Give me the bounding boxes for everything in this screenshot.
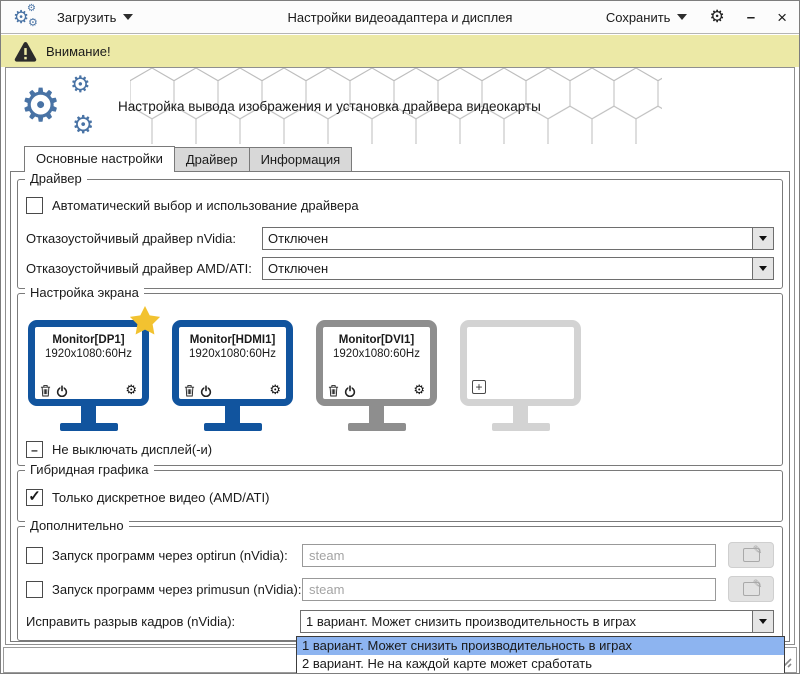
warning-banner: Внимание! — [1, 35, 799, 67]
edit-pencil-icon: ✎ — [742, 544, 763, 562]
primusun-checkbox[interactable] — [26, 580, 43, 598]
save-menu-label: Сохранить — [605, 9, 671, 25]
nvidia-failsafe-combobox[interactable]: Отключен — [262, 227, 774, 250]
primusun-input[interactable] — [302, 577, 716, 601]
trash-icon[interactable] — [40, 384, 51, 397]
app-gears-icon: ⚙ ⚙ ⚙ — [13, 4, 41, 30]
warning-triangle-icon — [14, 41, 37, 62]
monitor-card-empty-slot[interactable]: + — [460, 320, 581, 431]
auto-driver-checkbox[interactable] — [26, 197, 43, 214]
chevron-down-icon — [123, 14, 134, 20]
monitor-settings-gear-icon[interactable]: ⚙ — [413, 384, 425, 397]
trash-icon[interactable] — [184, 384, 195, 397]
nvidia-failsafe-label: Отказоустойчивый драйвер nVidia: — [26, 231, 236, 246]
monitor-mode: 1920x1080:60Hz — [189, 348, 276, 360]
optirun-edit-button[interactable]: ✎ — [728, 542, 774, 568]
tab-driver[interactable]: Драйвер — [173, 147, 250, 172]
tearing-fix-value: 1 вариант. Может снизить производительно… — [306, 614, 637, 629]
monitor-settings-gear-icon[interactable]: ⚙ — [269, 384, 281, 397]
tab-strip: Основные настройки Драйвер Информация — [24, 145, 353, 172]
add-monitor-icon[interactable]: + — [472, 380, 486, 394]
primary-star-icon — [129, 306, 161, 335]
tab-main-settings[interactable]: Основные настройки — [24, 146, 175, 172]
group-extra-title: Дополнительно — [25, 518, 129, 533]
nvidia-failsafe-value: Отключен — [268, 231, 329, 246]
group-hybrid-graphics: Гибридная графика ✓ Только дискретное ви… — [17, 462, 783, 522]
window-title: Настройки видеоадаптера и дисплея — [287, 9, 513, 25]
minimize-button[interactable]: – — [747, 10, 755, 25]
settings-gear-button[interactable]: ⚙ — [709, 8, 724, 26]
chevron-down-icon — [759, 236, 767, 241]
monitor-name: Monitor[HDMI1] — [189, 334, 276, 346]
monitor-mode: 1920x1080:60Hz — [333, 348, 420, 360]
discrete-only-checkbox[interactable]: ✓ — [26, 489, 43, 506]
trash-icon[interactable] — [328, 384, 339, 397]
dropdown-option-1[interactable]: 1 вариант. Может снизить производительно… — [297, 637, 784, 655]
amd-failsafe-label: Отказоустойчивый драйвер AMD/ATI: — [26, 261, 252, 276]
monitor-mode: 1920x1080:60Hz — [45, 348, 132, 360]
tearing-fix-dropdown-list: 1 вариант. Может снизить производительно… — [296, 636, 785, 673]
combobox-arrow-button[interactable] — [752, 258, 773, 279]
chevron-down-icon — [677, 14, 688, 20]
gear-icon: ⚙ — [20, 78, 62, 132]
optirun-label: Запуск программ через optirun (nVidia): — [52, 547, 288, 563]
keep-display-on-checkbox[interactable]: – — [26, 441, 43, 458]
monitor-settings-gear-icon[interactable]: ⚙ — [125, 384, 137, 397]
monitor-card-hdmi1[interactable]: Monitor[HDMI1] 1920x1080:60Hz ⚙ — [172, 320, 293, 431]
check-icon: ✓ — [28, 487, 41, 505]
tearing-fix-combobox[interactable]: 1 вариант. Может снизить производительно… — [300, 610, 774, 633]
group-hybrid-title: Гибридная графика — [25, 462, 154, 477]
amd-failsafe-value: Отключен — [268, 261, 329, 276]
app-window: ⚙ ⚙ ⚙ Загрузить Настройки видеоадаптера … — [0, 0, 800, 674]
edit-pencil-icon: ✎ — [742, 578, 763, 596]
power-icon[interactable] — [56, 384, 68, 397]
content-frame: ⚙ ⚙ ⚙ Настройка вывода изображения и уст… — [5, 67, 795, 645]
group-driver: Драйвер Автоматический выбор и использов… — [17, 171, 783, 289]
monitor-card-dp1[interactable]: Monitor[DP1] 1920x1080:60Hz ⚙ — [28, 306, 161, 431]
tab-panel: Драйвер Автоматический выбор и использов… — [10, 171, 790, 642]
chevron-down-icon — [759, 619, 767, 624]
monitor-card-dvi1[interactable]: Monitor[DVI1] 1920x1080:60Hz ⚙ — [316, 320, 437, 431]
combobox-arrow-button[interactable] — [752, 611, 773, 632]
gear-icon: ⚙ — [72, 110, 95, 139]
primusun-label: Запуск программ через primusun (nVidia): — [52, 581, 302, 597]
header-gears-icon: ⚙ ⚙ ⚙ — [14, 70, 114, 142]
optirun-checkbox[interactable] — [26, 546, 43, 564]
gear-icon: ⚙ — [27, 3, 36, 14]
title-bar: ⚙ ⚙ ⚙ Загрузить Настройки видеоадаптера … — [1, 1, 799, 34]
tab-information[interactable]: Информация — [248, 147, 353, 172]
group-screen-setup: Настройка экрана Monitor[DP1] 1920x1080:… — [17, 285, 783, 466]
optirun-input[interactable] — [302, 543, 716, 567]
page-title: Настройка вывода изображения и установка… — [118, 99, 541, 114]
gear-icon: ⚙ — [28, 16, 38, 29]
group-screen-title: Настройка экрана — [25, 285, 144, 300]
page-header: ⚙ ⚙ ⚙ Настройка вывода изображения и уст… — [6, 68, 794, 145]
group-extra: Дополнительно Запуск программ через opti… — [17, 518, 783, 641]
warning-text: Внимание! — [46, 43, 111, 59]
monitor-row: Monitor[DP1] 1920x1080:60Hz ⚙ Monitor[HD… — [18, 306, 782, 431]
combobox-arrow-button[interactable] — [752, 228, 773, 249]
monitor-name: Monitor[DVI1] — [338, 334, 415, 346]
amd-failsafe-combobox[interactable]: Отключен — [262, 257, 774, 280]
indeterminate-dash-icon: – — [31, 442, 38, 457]
auto-driver-label: Автоматический выбор и использование дра… — [52, 198, 359, 213]
power-icon[interactable] — [344, 384, 356, 397]
save-menu-button[interactable]: Сохранить — [606, 10, 688, 25]
group-driver-title: Драйвер — [25, 171, 87, 186]
gear-icon: ⚙ — [70, 72, 91, 98]
load-menu-label: Загрузить — [57, 9, 117, 25]
tearing-fix-label: Исправить разрыв кадров (nVidia): — [26, 614, 236, 629]
load-menu-button[interactable]: Загрузить — [57, 9, 134, 25]
monitor-name: Monitor[DP1] — [52, 334, 125, 346]
dropdown-option-2[interactable]: 2 вариант. Не на каждой карте может сраб… — [297, 655, 784, 673]
discrete-only-label: Только дискретное видео (AMD/ATI) — [52, 490, 270, 505]
power-icon[interactable] — [200, 384, 212, 397]
close-button[interactable]: × — [777, 9, 787, 26]
chevron-down-icon — [759, 266, 767, 271]
keep-display-on-label: Не выключать дисплей(-и) — [52, 442, 213, 457]
primusun-edit-button[interactable]: ✎ — [728, 576, 774, 602]
